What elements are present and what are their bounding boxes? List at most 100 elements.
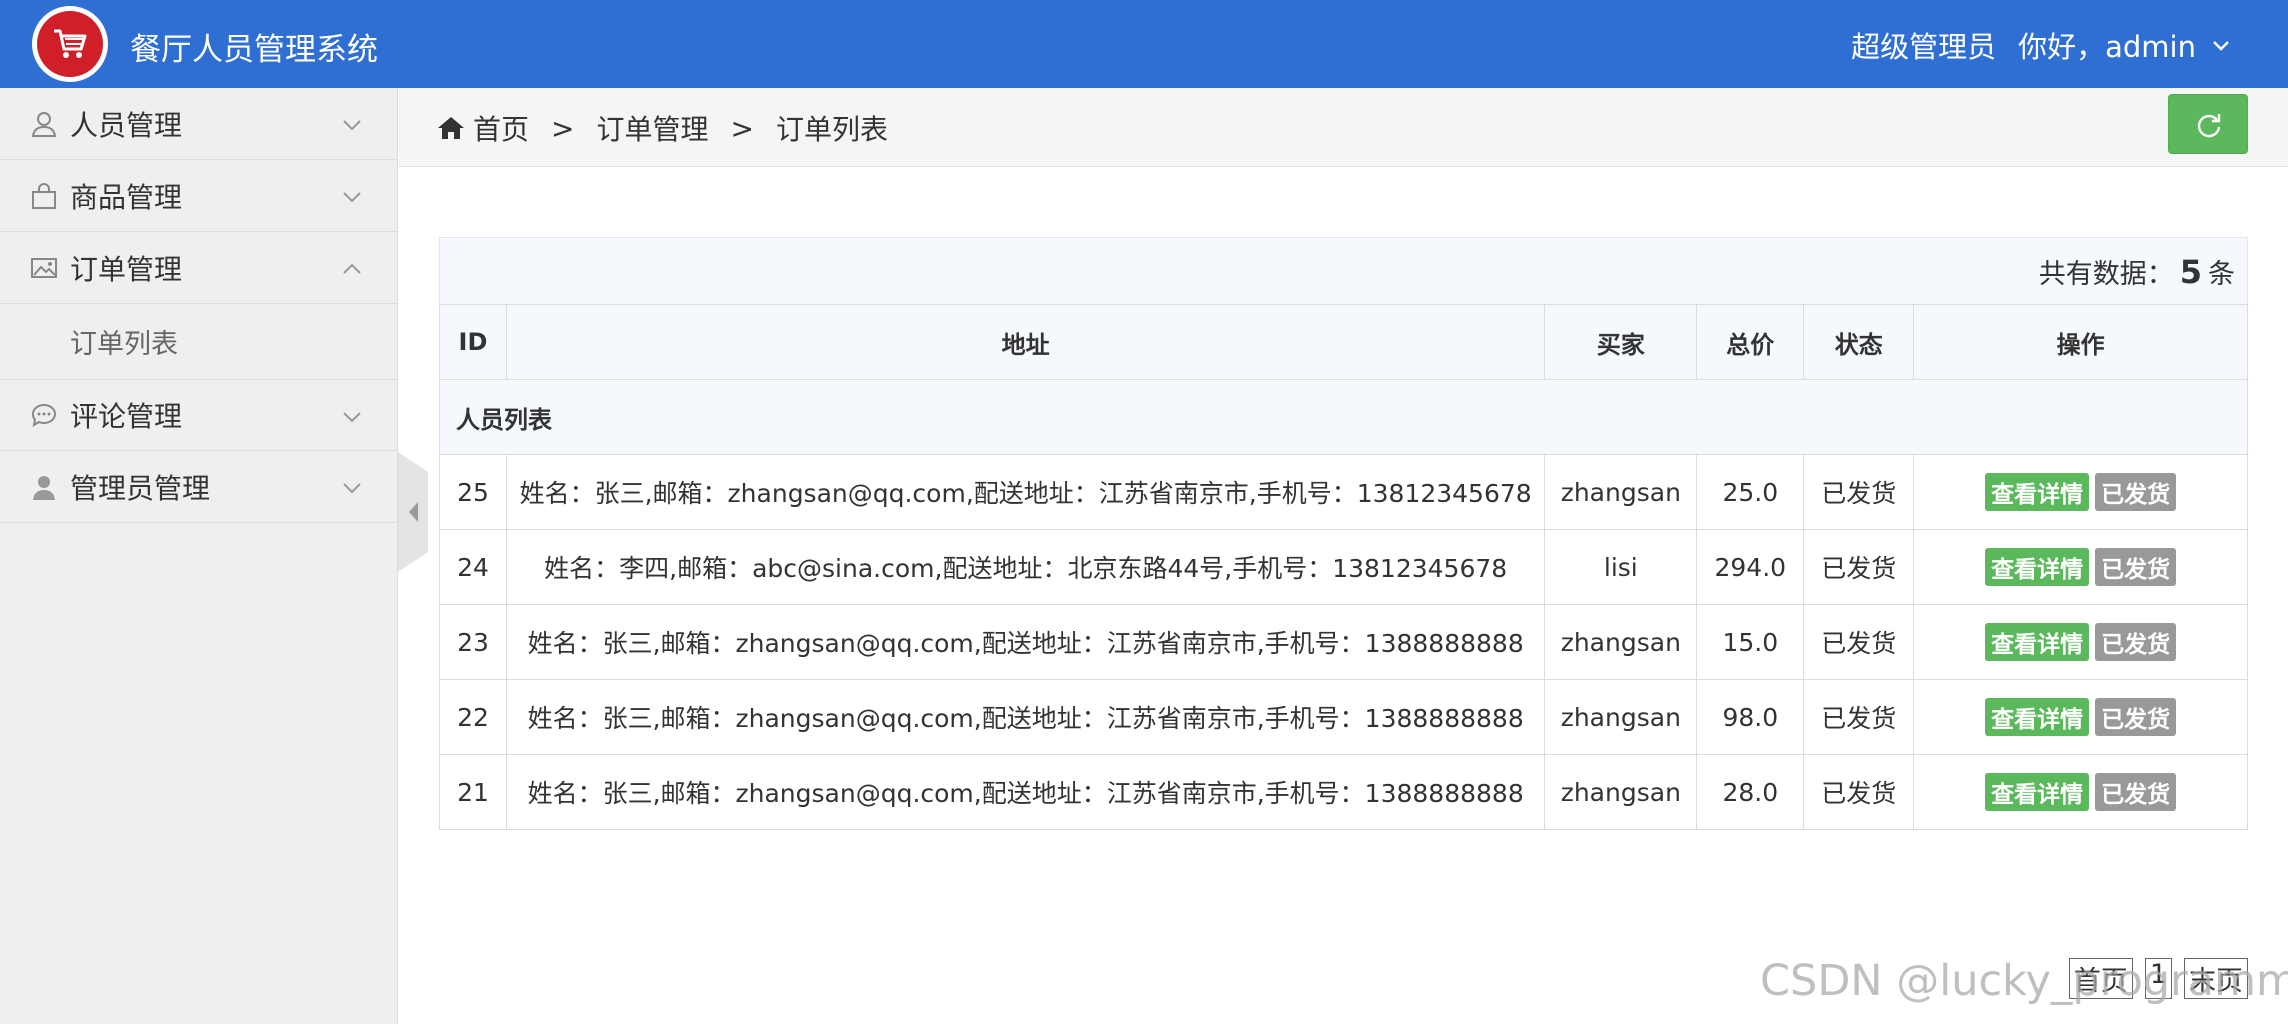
- pager-first-button[interactable]: 首页: [2068, 958, 2133, 999]
- cell-total: 98.0: [1696, 679, 1805, 755]
- breadcrumb-separator: >: [730, 111, 754, 145]
- cell-buyer: lisi: [1544, 529, 1698, 605]
- cell-address: 姓名：张三,邮箱：zhangsan@qq.com,配送地址：江苏省南京市,手机号…: [505, 679, 1546, 755]
- total-count: 共有数据： 5 条: [2039, 252, 2235, 291]
- home-icon: [438, 117, 464, 139]
- column-header-address: 地址: [505, 304, 1546, 380]
- breadcrumb-level1[interactable]: 订单管理: [596, 108, 708, 148]
- sidebar-item-comments[interactable]: 评论管理: [0, 379, 397, 451]
- column-header-buyer: 买家: [1544, 304, 1698, 380]
- chevron-down-icon: [343, 412, 361, 423]
- breadcrumb: 首页 > 订单管理 > 订单列表: [437, 108, 888, 148]
- sidebar-item-label: 评论管理: [70, 400, 183, 433]
- column-header-status: 状态: [1803, 304, 1915, 380]
- refresh-button[interactable]: [2168, 94, 2248, 154]
- cell-total: 15.0: [1696, 604, 1805, 680]
- pager-last-button[interactable]: 末页: [2184, 958, 2248, 999]
- sidebar-item-label: 商品管理: [70, 180, 183, 214]
- cell-address: 姓名：张三,邮箱：zhangsan@qq.com,配送地址：江苏省南京市,手机号…: [505, 604, 1546, 680]
- admin-user-icon: [33, 475, 55, 500]
- cell-address: 姓名：张三,邮箱：zhangsan@qq.com,配送地址：江苏省南京市,手机号…: [505, 754, 1546, 830]
- shipped-button[interactable]: 已发货: [2095, 773, 2177, 811]
- chevron-down-icon: [343, 120, 361, 131]
- cell-total: 294.0: [1696, 529, 1805, 605]
- cell-buyer: zhangsan: [1544, 679, 1698, 755]
- cell-id: 25: [439, 454, 507, 530]
- table-row: 21 姓名：张三,邮箱：zhangsan@qq.com,配送地址：江苏省南京市,…: [439, 754, 2248, 830]
- order-table: 人员列表 ID 地址 买家 总价 状态 操作 25 姓名：张三,邮箱：zhang…: [439, 304, 2248, 830]
- table-title-row: 人员列表: [439, 379, 2248, 455]
- user-icon: [31, 111, 57, 137]
- breadcrumb-home-link[interactable]: 首页: [473, 108, 529, 148]
- pager-page-1[interactable]: 1: [2144, 958, 2172, 999]
- breadcrumb-bar: 首页 > 订单管理 > 订单列表: [399, 88, 2288, 167]
- pagination: 首页 1 末页: [2068, 958, 2248, 999]
- sidebar-item-staff[interactable]: 人员管理: [0, 88, 397, 160]
- summary-bar: 共有数据： 5 条: [439, 237, 2248, 305]
- cell-buyer: zhangsan: [1544, 454, 1698, 530]
- cell-id: 23: [439, 604, 507, 680]
- sidebar-collapse-toggle[interactable]: [398, 452, 434, 572]
- shipped-button[interactable]: 已发货: [2095, 548, 2177, 586]
- view-details-button[interactable]: 查看详情: [1985, 773, 2090, 811]
- sidebar-subitem-label: 订单列表: [70, 329, 178, 360]
- sidebar-subitem-order-list[interactable]: 订单列表: [0, 304, 397, 379]
- greeting-label: 你好，admin: [2018, 30, 2196, 64]
- cell-status: 已发货: [1803, 529, 1915, 605]
- sidebar-item-products[interactable]: 商品管理: [0, 160, 397, 232]
- chevron-down-icon: [2213, 41, 2229, 51]
- cell-action: 查看详情 已发货: [1913, 679, 2248, 755]
- view-details-button[interactable]: 查看详情: [1985, 548, 2090, 586]
- chevron-down-icon: [343, 192, 361, 203]
- table-row: 25 姓名：张三,邮箱：zhangsan@qq.com,配送地址：江苏省南京市,…: [439, 454, 2248, 530]
- total-count-value: 5: [2179, 253, 2202, 291]
- table-row: 24 姓名：李四,邮箱：abc@sina.com,配送地址：北京东路44号,手机…: [439, 529, 2248, 605]
- cell-buyer: zhangsan: [1544, 604, 1698, 680]
- cell-total: 25.0: [1696, 454, 1805, 530]
- shipped-button[interactable]: 已发货: [2095, 473, 2177, 511]
- view-details-button[interactable]: 查看详情: [1985, 623, 2090, 661]
- cell-buyer: zhangsan: [1544, 754, 1698, 830]
- breadcrumb-separator: >: [551, 111, 575, 145]
- breadcrumb-current: 订单列表: [775, 113, 888, 146]
- app-title: 餐厅人员管理系统: [130, 32, 378, 68]
- total-count-prefix: 共有数据：: [2038, 259, 2174, 290]
- chevron-down-icon: [343, 483, 361, 494]
- table-row: 22 姓名：张三,邮箱：zhangsan@qq.com,配送地址：江苏省南京市,…: [439, 679, 2248, 755]
- cell-id: 21: [439, 754, 507, 830]
- shopping-bag-icon: [32, 182, 56, 209]
- view-details-button[interactable]: 查看详情: [1985, 473, 2090, 511]
- shipped-button[interactable]: 已发货: [2095, 623, 2177, 661]
- table-title: 人员列表: [439, 379, 2248, 455]
- image-icon: [31, 257, 57, 278]
- cell-action: 查看详情 已发货: [1913, 529, 2248, 605]
- sidebar-item-label: 人员管理: [70, 108, 183, 142]
- view-details-button[interactable]: 查看详情: [1985, 698, 2090, 736]
- cell-id: 22: [439, 679, 507, 755]
- cell-status: 已发货: [1803, 679, 1915, 755]
- role-label: 超级管理员: [1851, 30, 1997, 64]
- chevron-up-icon: [343, 263, 361, 274]
- sidebar-item-admins[interactable]: 管理员管理: [0, 451, 397, 523]
- cell-action: 查看详情 已发货: [1913, 604, 2248, 680]
- cell-address: 姓名：李四,邮箱：abc@sina.com,配送地址：北京东路44号,手机号：1…: [505, 529, 1546, 605]
- cell-status: 已发货: [1803, 454, 1915, 530]
- sidebar: 人员管理 商品管理 订单管理 订单列表 评论管理 管理员管理: [0, 88, 398, 1024]
- top-bar: 餐厅人员管理系统 超级管理员 你好，admin: [0, 0, 2288, 88]
- table-row: 23 姓名：张三,邮箱：zhangsan@qq.com,配送地址：江苏省南京市,…: [439, 604, 2248, 680]
- cart-logo-icon: [32, 6, 108, 82]
- sidebar-item-orders[interactable]: 订单管理: [0, 232, 397, 304]
- sidebar-item-label: 管理员管理: [70, 471, 211, 505]
- cell-status: 已发货: [1803, 754, 1915, 830]
- cell-total: 28.0: [1696, 754, 1805, 830]
- cell-address: 姓名：张三,邮箱：zhangsan@qq.com,配送地址：江苏省南京市,手机号…: [505, 454, 1546, 530]
- shipped-button[interactable]: 已发货: [2095, 698, 2177, 736]
- user-menu[interactable]: 超级管理员 你好，admin: [1851, 24, 2232, 66]
- column-header-id: ID: [439, 304, 507, 380]
- table-header-row: ID 地址 买家 总价 状态 操作: [439, 304, 2248, 380]
- total-count-suffix: 条: [2208, 259, 2235, 290]
- column-header-total: 总价: [1696, 304, 1805, 380]
- refresh-icon: [2197, 114, 2221, 138]
- cell-action: 查看详情 已发货: [1913, 754, 2248, 830]
- cell-status: 已发货: [1803, 604, 1915, 680]
